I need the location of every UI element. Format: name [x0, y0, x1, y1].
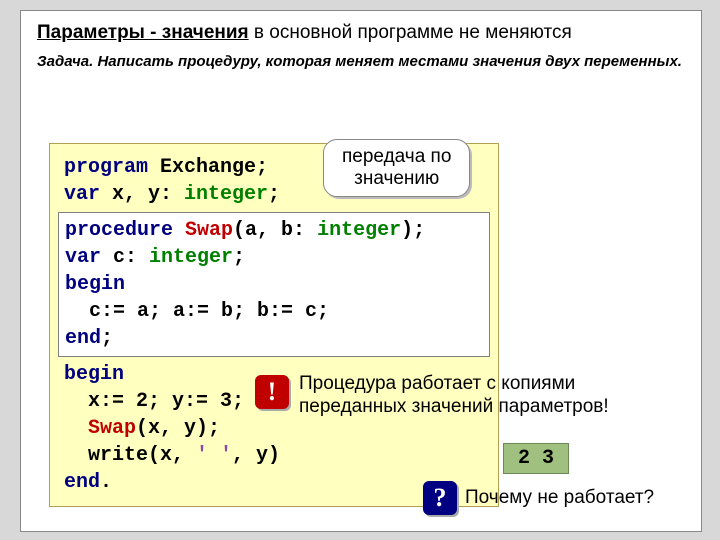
task-label: Задача. — [37, 53, 93, 70]
note-copies: Процедура работает с копиями переданных … — [299, 373, 699, 419]
title-remainder: в основной программе не меняются — [249, 22, 572, 43]
procedure-box: procedure Swap(a, b: integer); var c: in… — [58, 212, 490, 357]
note-why: Почему не работает? — [465, 487, 654, 510]
title-underlined: Параметры - значения — [37, 22, 249, 43]
callout-by-value: передача по значению — [323, 139, 470, 197]
question-icon: ? — [423, 481, 457, 515]
task-text: Написать процедуру, которая меняет места… — [93, 53, 682, 70]
program-output: 2 3 — [503, 443, 569, 474]
code-block: program Exchange; var x, y: integer; pro… — [49, 143, 499, 507]
task-line: Задача. Написать процедуру, которая меня… — [21, 49, 701, 78]
warning-icon: ! — [255, 375, 289, 409]
slide-title: Параметры - значения в основной программ… — [21, 11, 701, 49]
slide: Параметры - значения в основной программ… — [20, 10, 702, 532]
